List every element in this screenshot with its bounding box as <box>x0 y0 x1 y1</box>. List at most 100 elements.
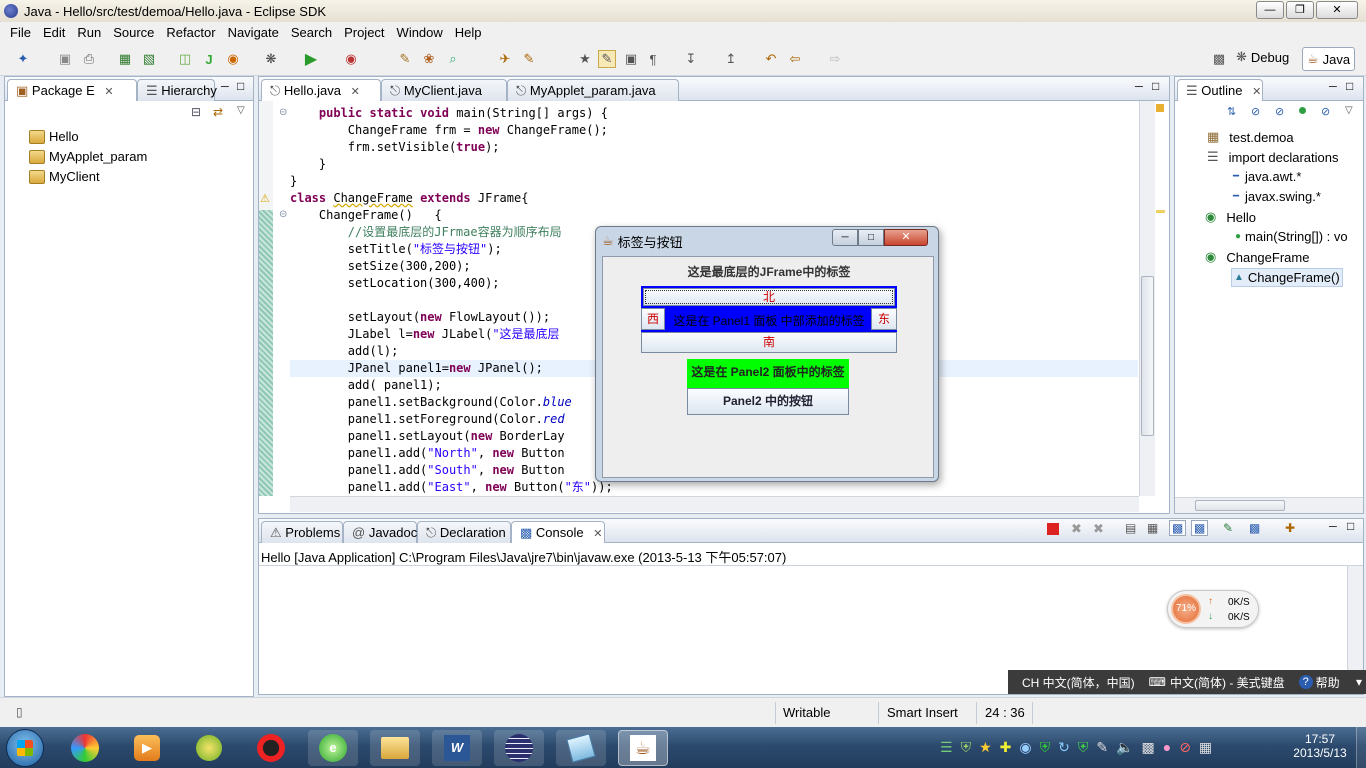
outline-item-hello-class[interactable]: ◉ Hello <box>1205 209 1256 225</box>
new-icon[interactable]: ✦ <box>14 50 32 68</box>
fold-icon[interactable]: ⊝ <box>279 107 287 118</box>
close-button[interactable]: ✕ <box>1316 1 1358 19</box>
taskbar-explorer-icon[interactable] <box>370 730 420 766</box>
outline-item-changeframe-class[interactable]: ◉ ChangeFrame <box>1205 249 1309 265</box>
menu-edit[interactable]: Edit <box>37 25 71 40</box>
close-tab-icon[interactable]: ✕ <box>351 86 360 98</box>
taskbar-browser-icon[interactable]: e <box>308 730 358 766</box>
open-perspective-button[interactable]: ▩ <box>1210 50 1228 68</box>
taskbar-java-app-icon[interactable]: ☕ <box>618 730 668 766</box>
open-console-icon[interactable]: ✚ <box>1285 521 1295 535</box>
display-console-icon[interactable]: ▩ <box>1249 521 1260 535</box>
outline-item-constructor[interactable]: ▲ ChangeFrame() <box>1231 268 1343 287</box>
run-icon[interactable]: ▶ <box>302 50 320 68</box>
close-tab-icon[interactable]: ✕ <box>593 528 602 540</box>
tray-shield-icon[interactable]: ⛨ <box>961 739 972 756</box>
build-all-icon[interactable]: ▧ <box>140 50 158 68</box>
ime-keyboard-layout[interactable]: 中文(简体) - 美式键盘 <box>1170 674 1285 691</box>
maximize-editor-icon[interactable]: □ <box>1152 79 1159 93</box>
external-tools-icon[interactable]: ◉ <box>342 50 360 68</box>
next-annotation-icon[interactable]: ↧ <box>682 50 700 68</box>
open-task-icon[interactable]: ❀ <box>420 50 438 68</box>
collapse-all-icon[interactable]: ⊟ <box>191 105 201 119</box>
new-junit-icon[interactable]: J <box>200 50 218 68</box>
outline-item-imports[interactable]: ☰ import declarations <box>1207 149 1338 165</box>
menu-navigate[interactable]: Navigate <box>222 25 285 40</box>
back-icon[interactable]: ⇦ <box>786 50 804 68</box>
view-menu-icon[interactable]: ▽ <box>1345 105 1353 116</box>
north-button[interactable]: 北 <box>643 288 895 306</box>
new-package-icon[interactable]: ◫ <box>176 50 194 68</box>
forward-icon[interactable]: ⇨ <box>826 50 844 68</box>
build-icon[interactable]: ▦ <box>116 50 134 68</box>
scrollbar-thumb[interactable] <box>1195 500 1285 511</box>
tray-device-icon[interactable]: ▩ <box>1141 739 1154 756</box>
hide-static-icon[interactable]: ⊘ <box>1275 105 1284 118</box>
menu-file[interactable]: File <box>4 25 37 40</box>
outline-item-main-method[interactable]: ● main(String[]) : vo <box>1235 229 1348 244</box>
editor-horizontal-scrollbar[interactable] <box>290 496 1139 512</box>
maximize-view-icon[interactable]: □ <box>1347 519 1354 533</box>
print-icon[interactable]: ⎙ <box>80 50 98 68</box>
tray-globe-icon[interactable]: ◉ <box>1019 739 1031 756</box>
taskbar-player-icon[interactable] <box>246 730 296 766</box>
open-perspective-icon[interactable]: ✈ <box>496 50 514 68</box>
debug-perspective-button[interactable]: ❋ Debug <box>1236 49 1289 65</box>
terminate-icon[interactable] <box>1047 523 1059 535</box>
west-button[interactable]: 西 <box>641 308 665 330</box>
menu-run[interactable]: Run <box>71 25 107 40</box>
menu-help[interactable]: Help <box>449 25 488 40</box>
tab-console[interactable]: ▩ Console ✕ <box>511 521 605 543</box>
tree-item-myapplet-param[interactable]: MyApplet_param <box>29 149 147 164</box>
block-selection-icon[interactable]: ▣ <box>622 50 640 68</box>
panel2-button[interactable]: Panel2 中的按钮 <box>687 388 849 415</box>
tray-pen-icon[interactable]: ✎ <box>1096 739 1108 756</box>
tray-chat-icon[interactable]: ● <box>1163 739 1171 756</box>
debug-icon[interactable]: ❋ <box>262 50 280 68</box>
open-type-icon[interactable]: ✎ <box>396 50 414 68</box>
menu-refactor[interactable]: Refactor <box>160 25 221 40</box>
dialog-close-button[interactable]: ✕ <box>884 229 928 246</box>
menu-project[interactable]: Project <box>338 25 390 40</box>
clock[interactable]: 17:57 2013/5/13 <box>1290 732 1350 760</box>
tree-item-myclient[interactable]: MyClient <box>29 169 100 184</box>
south-button[interactable]: 南 <box>641 332 897 353</box>
tree-item-hello[interactable]: Hello <box>29 129 79 144</box>
previous-annotation-icon[interactable]: ↥ <box>722 50 740 68</box>
hide-fields-icon[interactable]: ⊘ <box>1251 105 1260 118</box>
new-class-icon[interactable]: ◉ <box>224 50 242 68</box>
tab-hierarchy[interactable]: ☰ Hierarchy <box>137 79 217 101</box>
taskbar-notepad-icon[interactable] <box>556 730 606 766</box>
clear-console-icon[interactable]: ▤ <box>1125 521 1136 535</box>
tray-sync-icon[interactable]: ↻ <box>1058 739 1070 756</box>
ime-language[interactable]: CH 中文(简体，中国) <box>1022 674 1135 691</box>
tray-security-icon[interactable]: ✚ <box>1000 739 1012 756</box>
taskbar-eclipse-icon[interactable] <box>494 730 544 766</box>
tab-outline[interactable]: ☰ Outline ✕ <box>1177 79 1263 101</box>
last-edit-icon[interactable]: ↶ <box>762 50 780 68</box>
tray-speaker-icon[interactable]: 🔈 <box>1116 739 1133 756</box>
java-perspective-button[interactable]: ☕ Java <box>1302 47 1356 71</box>
minimize-editor-icon[interactable]: ─ <box>1135 81 1143 93</box>
maximize-button[interactable]: ❐ <box>1286 1 1314 19</box>
overview-marker[interactable] <box>1156 210 1165 213</box>
ime-options-icon[interactable]: ▾ <box>1356 675 1362 689</box>
scrollbar-thumb[interactable] <box>1141 276 1154 436</box>
scroll-lock-icon[interactable]: ▦ <box>1147 521 1158 535</box>
tray-shield2-icon[interactable]: ⛨ <box>1078 739 1089 756</box>
editor-vertical-scrollbar[interactable] <box>1139 101 1155 496</box>
tab-package-explorer[interactable]: ▣ Package E ✕ <box>7 79 137 101</box>
menu-window[interactable]: Window <box>391 25 449 40</box>
pin-console-icon[interactable]: ✎ <box>1223 521 1233 535</box>
minimize-view-icon[interactable]: ─ <box>1329 521 1337 533</box>
remove-launch-icon[interactable]: ✖ <box>1071 521 1082 537</box>
tray-mute-icon[interactable]: ⊘ <box>1179 739 1191 756</box>
dialog-minimize-button[interactable]: ─ <box>832 229 858 246</box>
tray-defender-icon[interactable]: ⛨ <box>1040 739 1051 756</box>
tray-star-icon[interactable]: ★ <box>979 739 992 756</box>
show-on-stderr-icon[interactable]: ▩ <box>1191 520 1209 536</box>
ime-help[interactable]: 帮助 <box>1316 674 1340 691</box>
tab-myapplet-param-java[interactable]: ⎋ MyApplet_param.java <box>507 79 679 101</box>
hide-local-types-icon[interactable]: ⊘ <box>1321 105 1330 118</box>
tab-problems[interactable]: ⚠ Problems <box>261 521 343 543</box>
